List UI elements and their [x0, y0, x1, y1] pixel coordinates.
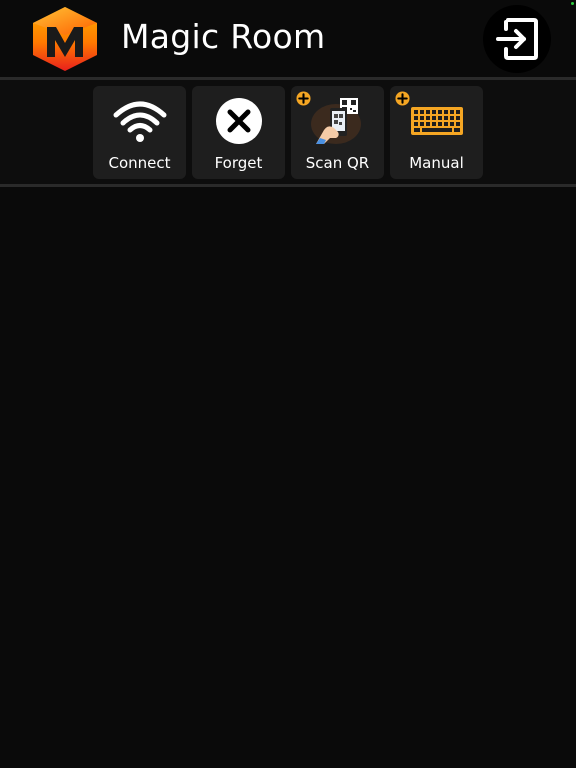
close-circle-icon: [215, 98, 262, 144]
wifi-icon: [113, 101, 166, 142]
exit-button[interactable]: [483, 5, 551, 73]
header: Magic Room: [0, 0, 576, 76]
qr-phone-icon: [310, 98, 361, 144]
keyboard-icon: [410, 107, 463, 135]
exit-arrow-icon: [496, 18, 538, 60]
magic-room-logo: [30, 5, 100, 73]
connect-button[interactable]: Connect: [93, 86, 186, 179]
content-area: [0, 187, 576, 768]
page-title: Magic Room: [121, 17, 326, 56]
forget-label: Forget: [214, 154, 263, 172]
toolbar: Connect Forget Scan QR Manual: [0, 80, 576, 184]
scan-qr-button[interactable]: Scan QR: [291, 86, 384, 179]
app-root: Magic Room Connect Forget Scan QR Manual: [0, 0, 576, 768]
scan-qr-label: Scan QR: [305, 154, 370, 172]
forget-button[interactable]: Forget: [192, 86, 285, 179]
manual-button[interactable]: Manual: [390, 86, 483, 179]
manual-label: Manual: [409, 154, 464, 172]
connect-label: Connect: [108, 154, 171, 172]
